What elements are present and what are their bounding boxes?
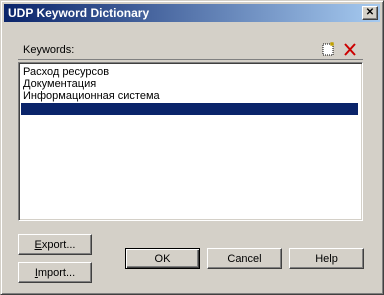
list-item[interactable]: Расход ресурсов: [21, 66, 109, 78]
export-button[interactable]: Export...: [18, 234, 92, 255]
list-item[interactable]: Информационная система: [21, 90, 160, 102]
title-bar[interactable]: UDP Keyword Dictionary ✕: [4, 4, 380, 22]
ok-label: OK: [154, 253, 171, 265]
delete-keyword-button[interactable]: [341, 41, 359, 58]
keywords-list[interactable]: Расход ресурсов Документация Информацион…: [18, 62, 363, 221]
delete-icon: [344, 43, 356, 56]
export-label: xport...: [41, 239, 76, 251]
export-mnemonic: E: [34, 239, 42, 251]
list-item[interactable]: Документация: [21, 78, 96, 90]
ok-button[interactable]: OK: [125, 248, 200, 269]
list-item-selected[interactable]: [21, 103, 358, 115]
cancel-label: Cancel: [227, 253, 262, 265]
help-label: Help: [315, 253, 338, 265]
import-label: mport...: [37, 267, 76, 279]
window-title: UDP Keyword Dictionary: [8, 6, 150, 20]
keywords-label: Keywords:: [23, 44, 75, 56]
close-button[interactable]: ✕: [362, 6, 378, 20]
new-keyword-button[interactable]: [319, 41, 337, 58]
import-button[interactable]: Import...: [18, 262, 92, 283]
cancel-button[interactable]: Cancel: [207, 248, 282, 269]
close-icon: ✕: [365, 7, 375, 18]
dialog-window: UDP Keyword Dictionary ✕ Keywords: Расхо…: [0, 0, 384, 295]
new-item-icon: [322, 42, 334, 56]
help-button[interactable]: Help: [289, 248, 364, 269]
